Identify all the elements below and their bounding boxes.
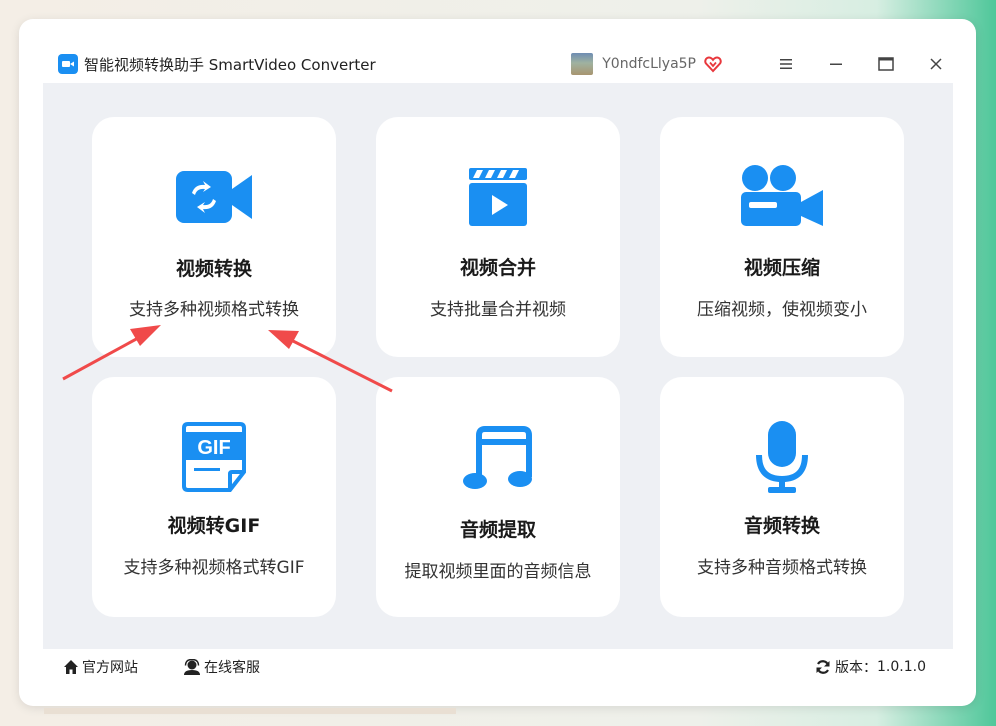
card-audio-convert[interactable]: 音频转换 支持多种音频格式转换 [660, 377, 904, 617]
app-title: 智能视频转换助手 SmartVideo Converter [84, 55, 376, 74]
card-title: 视频合并 [459, 257, 536, 279]
avatar[interactable] [571, 53, 594, 75]
customer-service-icon [184, 659, 200, 675]
card-title: 视频转GIF [167, 515, 261, 537]
app-window: 智能视频转换助手 SmartVideo Converter Y0ndfcLlya… [19, 19, 976, 706]
card-description: 支持多种视频格式转换 [129, 300, 299, 320]
feature-grid: 视频转换 支持多种视频格式转换 视频合并 支持批量合并视频 视频压缩 压缩视频，… [43, 83, 953, 649]
close-icon [930, 58, 942, 70]
card-audio-extract[interactable]: 音频提取 提取视频里面的音频信息 [376, 377, 620, 617]
card-description: 提取视频里面的音频信息 [404, 562, 592, 582]
menu-button[interactable] [770, 48, 802, 80]
minimize-icon [830, 63, 842, 65]
movie-camera-icon [741, 165, 823, 226]
title-bar: 智能视频转换助手 SmartVideo Converter Y0ndfcLlya… [43, 39, 952, 89]
card-description: 支持多种音频格式转换 [697, 558, 867, 578]
maximize-button[interactable] [870, 48, 902, 80]
card-description: 压缩视频，使视频变小 [697, 300, 867, 320]
card-description: 支持多种视频格式转GIF [123, 558, 305, 578]
taskbar-hint [44, 708, 456, 714]
video-app-logo-icon [58, 54, 78, 74]
online-support-link[interactable]: 在线客服 [183, 657, 260, 677]
version-label: 版本： [835, 660, 878, 676]
minimize-button[interactable] [820, 48, 852, 80]
online-support-label: 在线客服 [204, 660, 260, 676]
refresh-icon [816, 660, 830, 674]
card-title: 音频转换 [743, 515, 820, 537]
card-video-merge[interactable]: 视频合并 支持批量合并视频 [376, 117, 620, 357]
svg-text:GIF: GIF [197, 437, 230, 459]
official-website-link[interactable]: 官方网站 [63, 657, 138, 677]
microphone-icon [756, 421, 808, 493]
version-info[interactable]: 版本： 1.0.1.0 [815, 657, 926, 677]
gif-file-icon: GIF [182, 422, 246, 492]
menu-icon [780, 59, 792, 69]
heart-diamond-vip-icon[interactable] [704, 55, 722, 73]
card-video-to-gif[interactable]: GIF 视频转GIF 支持多种视频格式转GIF [92, 377, 336, 617]
card-description: 支持批量合并视频 [430, 300, 566, 320]
card-video-convert[interactable]: 视频转换 支持多种视频格式转换 [92, 117, 336, 357]
card-video-compress[interactable]: 视频压缩 压缩视频，使视频变小 [660, 117, 904, 357]
card-title: 音频提取 [459, 519, 536, 541]
music-note-icon [463, 426, 532, 489]
maximize-icon [878, 57, 894, 71]
card-title: 视频压缩 [743, 257, 820, 279]
version-value: 1.0.1.0 [877, 659, 926, 675]
footer-bar: 官方网站 在线客服 版本： 1.0.1.0 [43, 649, 952, 685]
username[interactable]: Y0ndfcLlya5P [602, 56, 696, 72]
card-title: 视频转换 [175, 258, 252, 280]
official-website-label: 官方网站 [82, 660, 138, 676]
close-button[interactable] [920, 48, 952, 80]
clapperboard-play-icon [469, 168, 527, 226]
home-icon [64, 660, 78, 674]
video-convert-icon [176, 171, 252, 223]
